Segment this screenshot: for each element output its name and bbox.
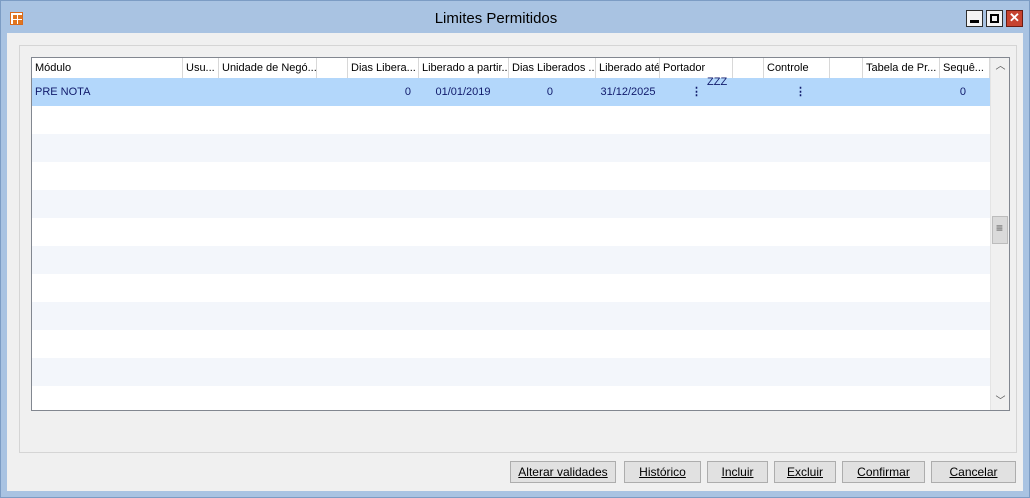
empty-row[interactable] xyxy=(32,162,990,190)
empty-row[interactable] xyxy=(32,386,990,410)
col-header-sequencia[interactable]: Sequê... xyxy=(940,58,990,78)
cancelar-label: Cancelar xyxy=(949,465,998,479)
scroll-thumb[interactable] xyxy=(992,216,1008,244)
dialog-body: Módulo Usu... Unidade de Negó... Dias Li… xyxy=(7,33,1023,491)
cell-portador-mark: ⋮ xyxy=(691,78,699,106)
col-header-blank-1[interactable] xyxy=(317,58,348,78)
window-title: Limites Permitidos xyxy=(434,10,558,27)
grid-header: Módulo Usu... Unidade de Negó... Dias Li… xyxy=(32,58,990,79)
col-header-modulo[interactable]: Módulo xyxy=(32,58,183,78)
empty-row[interactable] xyxy=(32,246,990,274)
empty-row[interactable] xyxy=(32,218,990,246)
close-button[interactable]: ✕ xyxy=(1006,10,1023,27)
col-header-usuario[interactable]: Usu... xyxy=(183,58,219,78)
col-header-dias-liberados-2[interactable]: Dias Liberados ... xyxy=(509,58,596,78)
alterar-validades-label: Alterar validades xyxy=(518,465,608,479)
cell-overlay-text: ZZZ xyxy=(707,76,728,88)
excluir-button[interactable]: Excluir xyxy=(774,461,836,483)
cancelar-button[interactable]: Cancelar xyxy=(931,461,1016,483)
empty-row[interactable] xyxy=(32,358,990,386)
col-header-tabela-preco[interactable]: Tabela de Pr... xyxy=(863,58,940,78)
window: Limites Permitidos ✕ Módulo Usu... Unida… xyxy=(0,0,1030,498)
scroll-up-icon[interactable]: ︿ xyxy=(991,58,1009,75)
col-header-unidade-negocio[interactable]: Unidade de Negó... xyxy=(219,58,317,78)
empty-row[interactable] xyxy=(32,302,990,330)
vertical-scrollbar[interactable]: ︿ ﹀ xyxy=(990,58,1009,410)
title-bar[interactable]: Limites Permitidos ✕ xyxy=(1,1,1029,33)
cell-liberado-ate: 31/12/2025 xyxy=(600,86,656,98)
maximize-button[interactable] xyxy=(986,10,1003,27)
cell-dias-liberados-2: 0 xyxy=(546,86,553,98)
excluir-label: Excluir xyxy=(786,465,823,479)
empty-row[interactable] xyxy=(32,106,990,134)
col-header-liberado-ate[interactable]: Liberado até xyxy=(596,58,660,78)
confirmar-label: Confirmar xyxy=(857,465,910,479)
grid-rows: PRE NOTA 0 01/01/2019 0 31/12/2025 ⋮ ZZZ… xyxy=(32,76,990,410)
cell-modulo: PRE NOTA xyxy=(35,86,91,98)
col-header-blank-3[interactable] xyxy=(830,58,863,78)
limits-grid[interactable]: Módulo Usu... Unidade de Negó... Dias Li… xyxy=(31,57,1010,411)
scroll-down-icon[interactable]: ﹀ xyxy=(991,393,1009,410)
col-header-blank-2[interactable] xyxy=(733,58,764,78)
minimize-button[interactable] xyxy=(966,10,983,27)
col-header-liberado-a-partir[interactable]: Liberado a partir... xyxy=(419,58,509,78)
historico-label: Histórico xyxy=(639,465,686,479)
cell-sequencia: 0 xyxy=(959,86,966,98)
alterar-validades-button[interactable]: Alterar validades xyxy=(510,461,616,483)
cell-liberado-a-partir: 01/01/2019 xyxy=(435,86,491,98)
table-row[interactable]: PRE NOTA 0 01/01/2019 0 31/12/2025 ⋮ ZZZ… xyxy=(32,76,990,106)
cell-controle-mark: ⋮ xyxy=(795,78,803,106)
incluir-button[interactable]: Incluir xyxy=(707,461,768,483)
empty-row[interactable] xyxy=(32,134,990,162)
historico-button[interactable]: Histórico xyxy=(624,461,701,483)
col-header-dias-liberados[interactable]: Dias Libera... xyxy=(348,58,419,78)
close-icon: ✕ xyxy=(1009,10,1020,25)
col-header-controle[interactable]: Controle xyxy=(764,58,830,78)
empty-row[interactable] xyxy=(32,330,990,358)
confirmar-button[interactable]: Confirmar xyxy=(842,461,925,483)
cell-dias-liberados: 0 xyxy=(404,86,411,98)
empty-row[interactable] xyxy=(32,190,990,218)
empty-row[interactable] xyxy=(32,274,990,302)
incluir-label: Incluir xyxy=(721,465,754,479)
